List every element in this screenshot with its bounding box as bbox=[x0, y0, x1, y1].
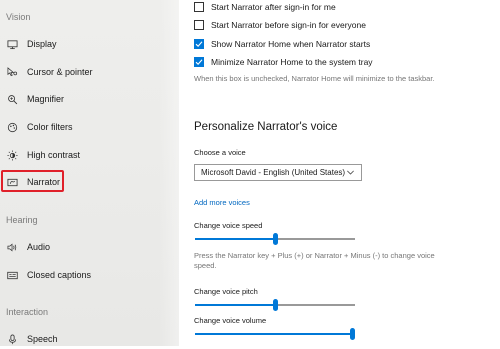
voice-pitch-slider[interactable] bbox=[195, 299, 355, 311]
minimize-note: When this box is unchecked, Narrator Hom… bbox=[194, 74, 435, 83]
slider-fill bbox=[195, 304, 275, 306]
start-after-signin-checkbox[interactable] bbox=[194, 2, 204, 12]
add-more-voices-link[interactable]: Add more voices bbox=[194, 198, 250, 207]
show-narrator-home-option[interactable]: Show Narrator Home when Narrator starts bbox=[194, 39, 370, 49]
sidebar-item-speech[interactable]: Speech bbox=[6, 329, 58, 349]
voice-speed-slider[interactable] bbox=[195, 233, 355, 245]
cursor-pointer-icon bbox=[6, 66, 18, 78]
start-after-signin-option[interactable]: Start Narrator after sign-in for me bbox=[194, 2, 336, 12]
sidebar-item-closed-captions[interactable]: Closed captions bbox=[6, 265, 91, 285]
magnifier-icon bbox=[6, 93, 18, 105]
voice-dropdown[interactable]: Microsoft David - English (United States… bbox=[194, 164, 362, 181]
sidebar-item-color-filters[interactable]: Color filters bbox=[6, 117, 73, 137]
sidebar-item-cursor-pointer[interactable]: Cursor & pointer bbox=[6, 62, 93, 82]
show-narrator-home-checkbox[interactable] bbox=[194, 39, 204, 49]
start-before-signin-option[interactable]: Start Narrator before sign-in for everyo… bbox=[194, 20, 366, 30]
monitor-icon bbox=[6, 38, 18, 50]
section-vision-label: Vision bbox=[6, 12, 31, 22]
narrator-settings-panel: Start Narrator after sign-in for me Star… bbox=[179, 0, 500, 346]
color-filters-icon bbox=[6, 121, 18, 133]
sidebar-item-label: Magnifier bbox=[27, 94, 65, 104]
section-interaction-label: Interaction bbox=[6, 307, 49, 317]
voice-dropdown-value: Microsoft David - English (United States… bbox=[201, 168, 346, 177]
voice-speed-label: Change voice speed bbox=[194, 221, 263, 230]
voice-volume-slider[interactable] bbox=[195, 328, 355, 340]
voice-speed-note: Press the Narrator key + Plus (+) or Nar… bbox=[194, 251, 435, 270]
section-hearing-label: Hearing bbox=[6, 215, 38, 225]
speaker-icon bbox=[6, 241, 18, 253]
slider-thumb[interactable] bbox=[273, 299, 278, 311]
sidebar-item-label: Speech bbox=[27, 334, 58, 344]
voice-pitch-label: Change voice pitch bbox=[194, 287, 258, 296]
high-contrast-icon bbox=[6, 149, 18, 161]
sidebar-item-display[interactable]: Display bbox=[6, 34, 57, 54]
show-narrator-home-label: Show Narrator Home when Narrator starts bbox=[211, 39, 371, 49]
narrator-highlight-box bbox=[1, 170, 64, 192]
sidebar-item-label: Color filters bbox=[27, 122, 73, 132]
sidebar-item-label: Audio bbox=[27, 242, 51, 252]
voice-volume-label: Change voice volume bbox=[194, 316, 267, 325]
checkmark-icon bbox=[195, 59, 203, 65]
minimize-narrator-home-option[interactable]: Minimize Narrator Home to the system tra… bbox=[194, 57, 373, 67]
sidebar-item-label: Display bbox=[27, 39, 57, 49]
start-after-signin-label: Start Narrator after sign-in for me bbox=[211, 2, 336, 12]
minimize-narrator-home-label: Minimize Narrator Home to the system tra… bbox=[211, 57, 373, 67]
slider-fill bbox=[195, 238, 275, 240]
sidebar-item-audio[interactable]: Audio bbox=[6, 237, 50, 257]
chevron-down-icon bbox=[347, 170, 354, 175]
voice-section-heading: Personalize Narrator's voice bbox=[194, 121, 338, 133]
start-before-signin-checkbox[interactable] bbox=[194, 20, 204, 30]
sidebar-item-label: Cursor & pointer bbox=[27, 67, 93, 77]
sidebar-item-magnifier[interactable]: Magnifier bbox=[6, 89, 64, 109]
sidebar-item-high-contrast[interactable]: High contrast bbox=[6, 145, 80, 165]
slider-thumb[interactable] bbox=[350, 328, 355, 340]
choose-voice-label: Choose a voice bbox=[194, 148, 246, 157]
slider-fill bbox=[195, 333, 355, 335]
sidebar: Vision Display Cursor & pointer Magnifie… bbox=[0, 0, 179, 346]
minimize-narrator-home-checkbox[interactable] bbox=[194, 57, 204, 67]
sidebar-item-label: High contrast bbox=[27, 150, 81, 160]
start-before-signin-label: Start Narrator before sign-in for everyo… bbox=[211, 20, 366, 30]
checkmark-icon bbox=[195, 41, 203, 47]
closed-captions-icon bbox=[6, 269, 18, 281]
microphone-icon bbox=[6, 333, 18, 345]
slider-thumb[interactable] bbox=[273, 233, 278, 245]
sidebar-item-label: Closed captions bbox=[27, 270, 92, 280]
